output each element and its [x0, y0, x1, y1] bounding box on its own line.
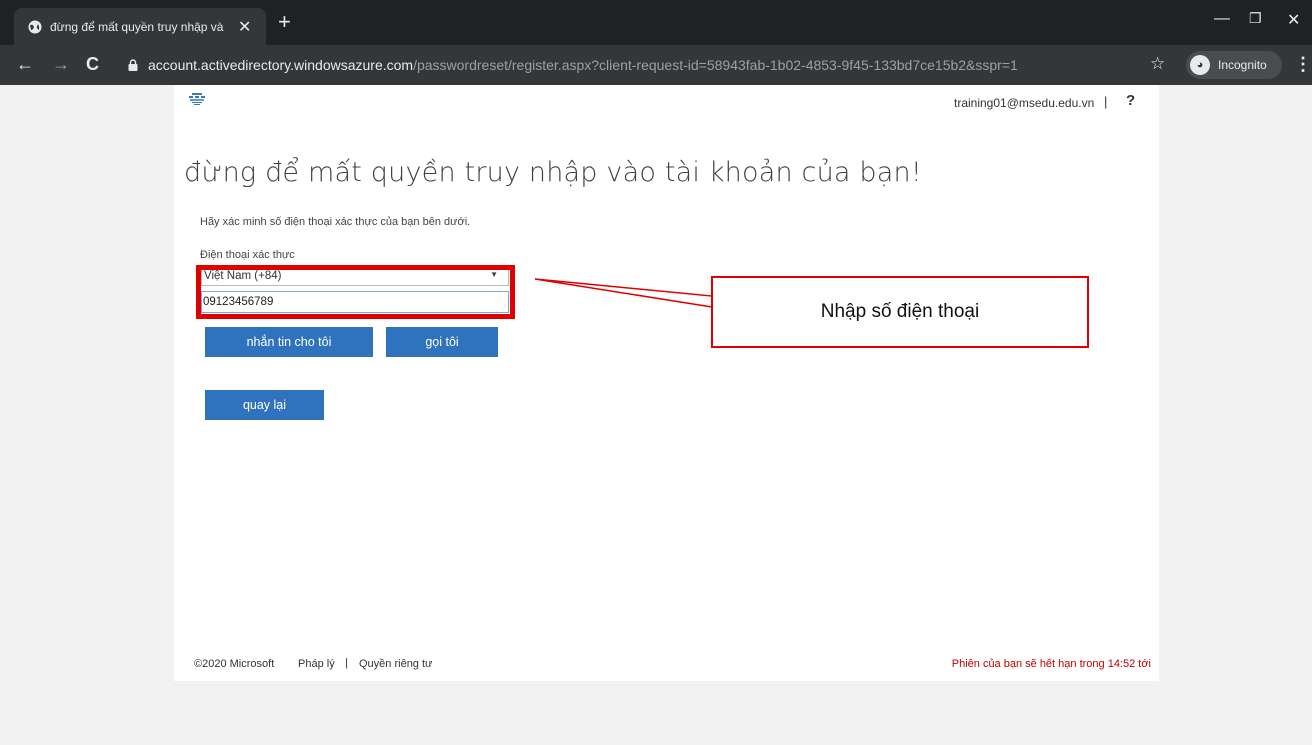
tab-close-icon[interactable]: ✕ — [238, 17, 251, 37]
browser-menu-icon[interactable]: ⋮ — [1294, 54, 1312, 75]
legal-link[interactable]: Pháp lý — [298, 658, 335, 670]
back-arrow-icon[interactable]: ← — [16, 54, 34, 74]
back-button[interactable]: quay lại — [205, 390, 324, 420]
address-bar[interactable]: account.activedirectory.windowsazure.com… — [118, 52, 1174, 78]
phone-field-label: Điện thoại xác thực — [200, 249, 295, 261]
restore-icon[interactable]: ❐ — [1249, 10, 1262, 27]
footer-separator: | — [345, 657, 348, 669]
call-me-button[interactable]: gọi tôi — [386, 327, 498, 357]
url-host: account.activedirectory.windowsazure.com — [148, 57, 414, 73]
page-footer: ©2020 Microsoft Pháp lý | Quyền riêng tư… — [174, 650, 1159, 681]
incognito-icon: ◕ — [1190, 55, 1210, 75]
incognito-label: Incognito — [1218, 58, 1267, 72]
country-code-value: Việt Nam (+84) — [204, 270, 282, 282]
page-title: đừng để mất quyền truy nhập vào tài khoả… — [184, 157, 922, 188]
text-me-button[interactable]: nhắn tin cho tôi — [205, 327, 373, 357]
window-close-icon[interactable]: ✕ — [1287, 10, 1300, 30]
privacy-link[interactable]: Quyền riêng tư — [359, 658, 432, 670]
minimize-icon[interactable]: — — [1214, 10, 1230, 28]
tab-title: đừng để mất quyền truy nhập và — [50, 19, 224, 34]
phone-number-input[interactable] — [201, 291, 509, 313]
browser-tabstrip: đừng để mất quyền truy nhập và ✕ + — ❐ ✕ — [0, 0, 1312, 45]
new-tab-icon[interactable]: + — [278, 11, 291, 33]
reload-icon[interactable]: C — [86, 54, 99, 74]
country-code-select[interactable]: Việt Nam (+84) ▼ — [201, 266, 509, 286]
browser-tab[interactable]: đừng để mất quyền truy nhập và ✕ — [14, 8, 266, 45]
session-expiry-notice: Phiên của bạn sẽ hết hạn trong 14:52 tới — [951, 658, 1151, 670]
organization-logo-icon — [189, 93, 205, 105]
help-icon[interactable]: ? — [1126, 92, 1135, 109]
annotation-callout-box: Nhập số điện thoại — [711, 276, 1089, 348]
url-path: /passwordreset/register.aspx?client-requ… — [413, 57, 1018, 73]
dropdown-arrow-icon: ▼ — [490, 270, 498, 279]
forward-arrow-icon[interactable]: → — [52, 54, 70, 74]
account-email[interactable]: training01@msedu.edu.vn — [954, 96, 1094, 110]
lock-icon — [128, 59, 138, 71]
page-card: training01@msedu.edu.vn | ? đừng để mất … — [174, 85, 1159, 681]
copyright-text: ©2020 Microsoft — [194, 658, 275, 670]
header-separator: | — [1104, 94, 1108, 109]
bookmark-star-icon[interactable]: ☆ — [1150, 54, 1165, 74]
instruction-text: Hãy xác minh số điện thoại xác thực của … — [200, 216, 471, 228]
incognito-badge[interactable]: ◕ Incognito — [1186, 51, 1282, 79]
browser-toolbar: ← → C account.activedirectory.windowsazu… — [0, 45, 1312, 85]
globe-icon — [28, 20, 42, 33]
